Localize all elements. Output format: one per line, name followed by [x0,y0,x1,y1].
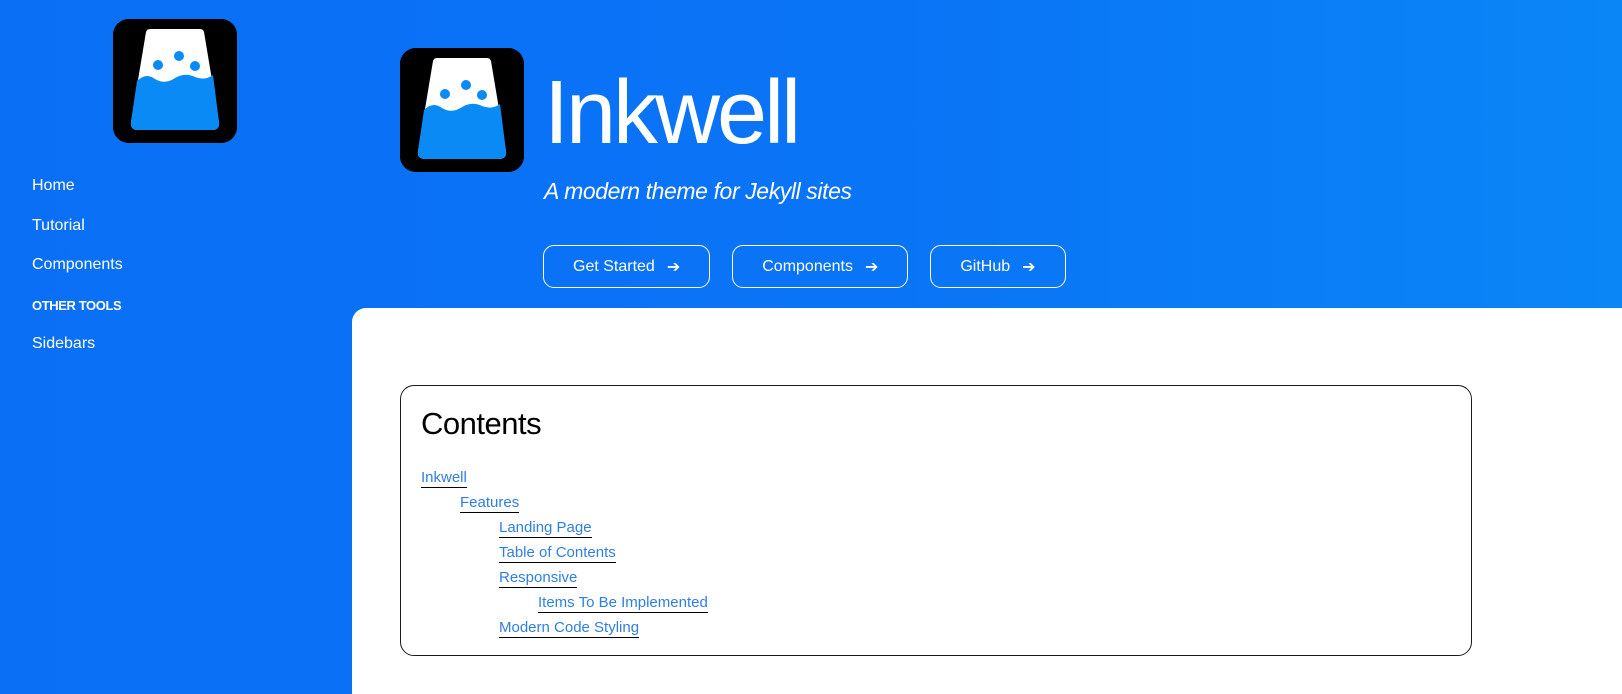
inkwell-logo-icon[interactable] [113,19,237,143]
arrow-right-icon: ➔ [864,258,879,276]
arrow-right-icon: ➔ [1022,258,1036,276]
toc-list: Inkwell Features Landing Page Table of C… [421,468,708,643]
toc-link-landing-page[interactable]: Landing Page [499,519,592,538]
page-tagline: A modern theme for Jekyll sites [544,178,852,204]
github-label: GitHub [960,257,1011,275]
toc-item: Landing Page [421,518,708,543]
toc-link-inkwell[interactable]: Inkwell [421,469,467,488]
get-started-label: Get Started [573,257,655,275]
toc-link-modern-code-styling[interactable]: Modern Code Styling [499,619,640,638]
toc-item: Features [421,493,708,518]
table-of-contents: Contents Inkwell Features Landing Page T… [400,385,1472,656]
sidebar-item-home[interactable]: Home [32,176,123,216]
main-content: Contents Inkwell Features Landing Page T… [352,308,1622,694]
toc-item: Items To Be Implemented [421,593,708,618]
sidebar: Home Tutorial Components OTHER TOOLS Sid… [0,0,352,694]
hero-button-group: Get Started ➔ Components ➔ GitHub ➔ [543,245,1066,288]
toc-item: Table of Contents [421,543,708,568]
toc-heading: Contents [421,406,542,441]
page-title: Inkwell [544,63,801,163]
toc-item: Modern Code Styling [421,618,708,643]
toc-item: Responsive [421,568,708,593]
github-button[interactable]: GitHub ➔ [930,245,1066,288]
hero-logo-icon [400,48,524,172]
toc-link-responsive[interactable]: Responsive [499,569,578,588]
toc-link-items-to-be-implemented[interactable]: Items To Be Implemented [538,594,708,613]
sidebar-item-components[interactable]: Components [32,255,123,295]
toc-link-features[interactable]: Features [460,494,520,513]
inkwell-logo-graphic [113,19,237,143]
sidebar-item-sidebars[interactable]: Sidebars [32,334,123,374]
toc-link-table-of-contents[interactable]: Table of Contents [499,544,616,563]
sidebar-nav: Home Tutorial Components OTHER TOOLS Sid… [32,176,123,373]
components-button[interactable]: Components ➔ [732,245,909,288]
toc-item: Inkwell [421,468,708,493]
arrow-right-icon: ➔ [666,258,681,276]
sidebar-item-tutorial[interactable]: Tutorial [32,216,123,256]
get-started-button[interactable]: Get Started ➔ [543,245,711,288]
components-label: Components [762,257,853,275]
hero-logo-graphic [400,48,524,172]
sidebar-section-other-tools: OTHER TOOLS [32,297,122,313]
